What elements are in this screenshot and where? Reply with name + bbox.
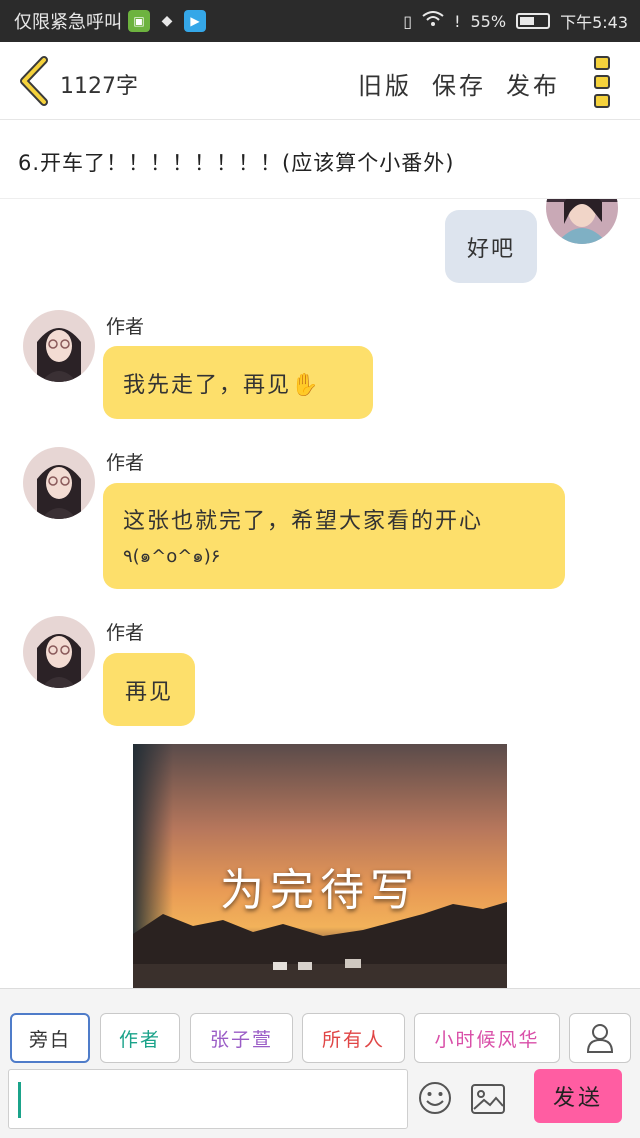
add-role-button[interactable] [569, 1013, 631, 1063]
insert-image-button[interactable] [470, 1083, 506, 1115]
menu-dot-icon [594, 94, 610, 108]
back-button[interactable] [16, 56, 52, 106]
message-text: ٩(๑^o^๑)۶ [123, 545, 221, 567]
person-icon [586, 1024, 614, 1053]
role-label: 小时候风华 [434, 1028, 540, 1051]
battery-percent: 55% [470, 11, 507, 31]
message-text: 我先走了，再见✋ [123, 372, 321, 398]
chat-area[interactable]: 好吧 作者 我先走了，再见✋ 作者 这张也就完了，希望大家看的开心 ٩(๑^o^… [0, 199, 640, 988]
role-author-button[interactable]: 作者 [100, 1013, 180, 1063]
author-avatar[interactable] [23, 447, 95, 519]
chapter-title: 6.开车了！！！！！！！！(应该算个小番外) [18, 151, 455, 175]
sender-name: 作者 [106, 622, 145, 644]
clock: 下午5:43 [560, 13, 628, 32]
message-text: 再见 [124, 679, 173, 705]
menu-dot-icon [594, 56, 610, 70]
sender-name: 作者 [106, 316, 145, 338]
vibrate-icon: ▯ [403, 11, 413, 31]
author-avatar[interactable] [23, 310, 95, 382]
image-icon [471, 1084, 505, 1114]
message-text: 好吧 [466, 236, 515, 262]
chat-bubble-user[interactable]: 好吧 [445, 210, 537, 283]
chevron-left-icon [20, 56, 48, 106]
pet-app-icon: ◆ [161, 13, 173, 29]
menu-dot-icon [594, 75, 610, 89]
alert-icon: ! [454, 11, 461, 31]
sunset-photo[interactable]: 为完待写 [133, 744, 507, 988]
chat-bubble-author[interactable]: 我先走了，再见✋ [103, 346, 373, 419]
role-narrator-button[interactable]: 旁白 [10, 1013, 90, 1063]
role-label: 旁白 [28, 1028, 71, 1051]
role-character-button[interactable]: 张子萱 [190, 1013, 293, 1063]
message-input[interactable] [8, 1069, 408, 1129]
text-cursor [18, 1082, 21, 1118]
publish-button[interactable]: 发布 [506, 66, 560, 101]
old-version-button[interactable]: 旧版 [358, 66, 412, 101]
word-count: 1127字 [60, 74, 138, 99]
chat-bubble-author[interactable]: 再见 [103, 653, 195, 726]
role-label: 所有人 [321, 1028, 385, 1051]
role-label: 张子萱 [209, 1028, 273, 1051]
more-menu-button[interactable] [594, 56, 614, 108]
emoji-button[interactable] [418, 1081, 452, 1115]
message-text: 这张也就完了，希望大家看的开心 [123, 508, 484, 534]
status-bar: 仅限紧急呼叫 ▣ ◆ ▶ ▯ ! 55% 下午5:43 [0, 0, 640, 42]
author-avatar[interactable] [23, 616, 95, 688]
editor-header: 1127字 旧版 保存 发布 [0, 42, 640, 120]
wifi-icon [422, 11, 444, 31]
video-app-icon: ▶ [184, 10, 206, 32]
sender-name: 作者 [106, 452, 145, 474]
smiley-icon [419, 1082, 451, 1114]
save-button[interactable]: 保存 [432, 66, 486, 101]
role-everyone-button[interactable]: 所有人 [302, 1013, 405, 1063]
chapter-header[interactable]: 6.开车了！！！！！！！！(应该算个小番外) [0, 121, 640, 199]
role-label: 作者 [118, 1028, 161, 1051]
composer-panel: 旁白 作者 张子萱 所有人 小时候风华 发送 [0, 988, 640, 1138]
send-label: 发送 [552, 1086, 603, 1111]
role-character-button[interactable]: 小时候风华 [414, 1013, 560, 1063]
app-notification-icon: ▣ [128, 10, 150, 32]
battery-icon [516, 13, 551, 29]
chat-bubble-author[interactable]: 这张也就完了，希望大家看的开心 ٩(๑^o^๑)۶ [103, 483, 565, 589]
user-avatar[interactable] [546, 199, 618, 244]
send-button[interactable]: 发送 [534, 1069, 622, 1123]
photo-caption: 为完待写 [220, 865, 420, 916]
carrier-text: 仅限紧急呼叫 [14, 12, 122, 33]
